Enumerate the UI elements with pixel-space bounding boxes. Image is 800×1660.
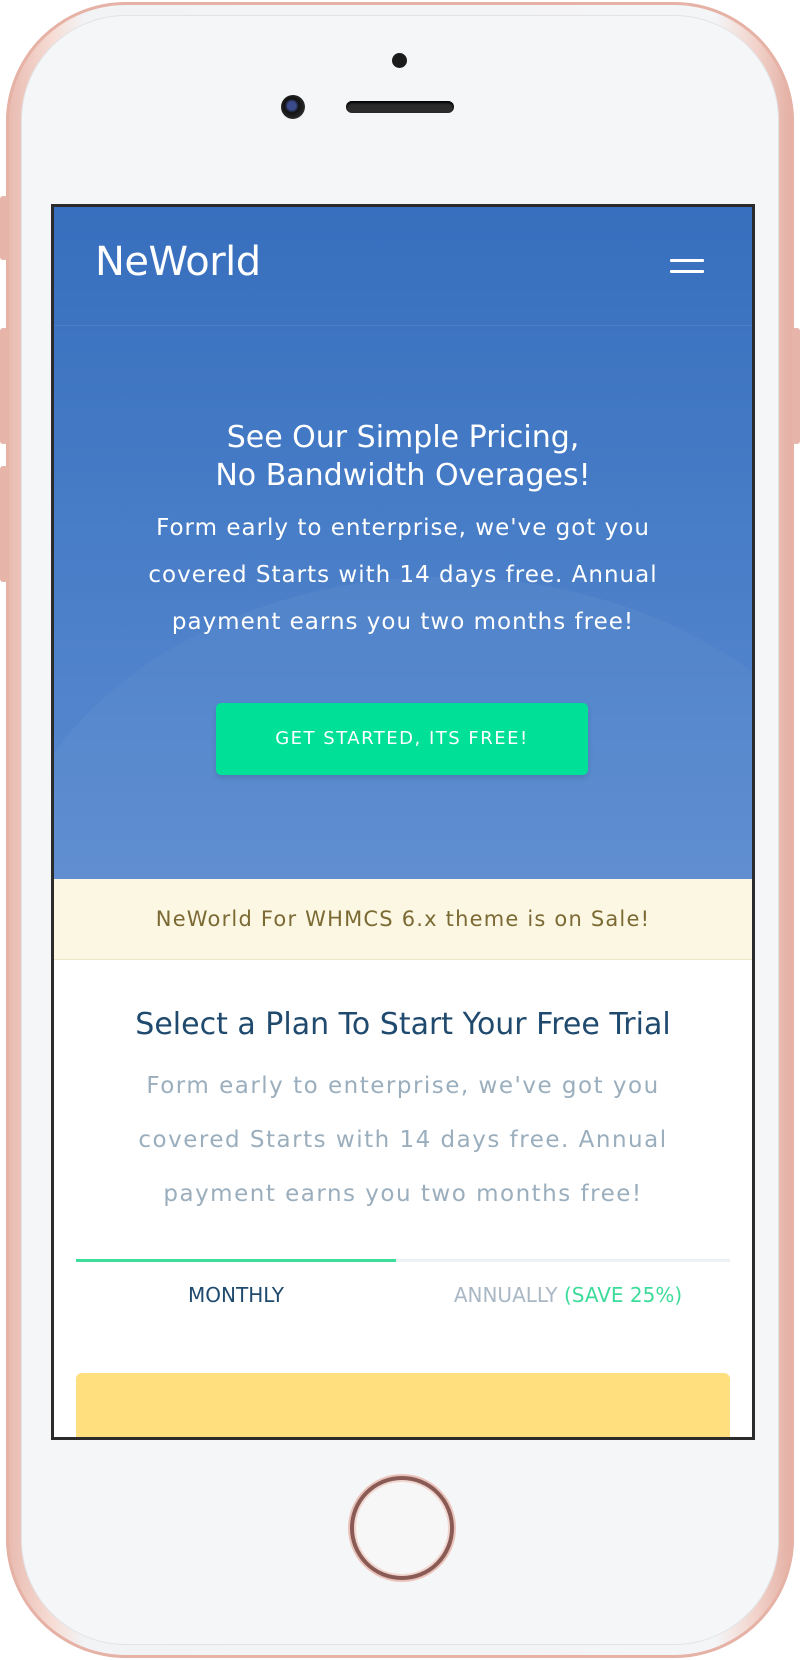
tab-annually[interactable]: ANNUALLY (SAVE 25%): [406, 1281, 730, 1309]
power-button: [792, 328, 800, 444]
home-button: [350, 1476, 454, 1580]
hero-title-line-2: No Bandwidth Overages!: [215, 458, 591, 493]
get-started-button[interactable]: GET STARTED, ITS FREE!: [216, 703, 588, 775]
volume-up-button: [0, 328, 8, 444]
proximity-sensor: [392, 53, 407, 68]
tab-annually-label: ANNUALLY: [453, 1283, 558, 1307]
billing-period-tabs: MONTHLY ANNUALLY (SAVE 25%): [76, 1259, 730, 1329]
phone-screen: NeWorld See Our Simple Pricing, No Bandw…: [51, 204, 755, 1440]
plans-title: Select a Plan To Start Your Free Trial: [135, 1007, 671, 1042]
active-tab-indicator: [76, 1259, 396, 1262]
tab-monthly[interactable]: MONTHLY: [76, 1281, 396, 1309]
earpiece-speaker: [346, 101, 454, 113]
save-badge: (SAVE 25%): [563, 1283, 683, 1307]
hero-title: See Our Simple Pricing, No Bandwidth Ove…: [54, 419, 752, 495]
hero-title-line-1: See Our Simple Pricing,: [226, 420, 580, 455]
hamburger-menu-icon[interactable]: [670, 259, 704, 277]
plans-description: Form early to enterprise, we've got you …: [138, 1073, 668, 1207]
top-navbar: NeWorld: [54, 207, 752, 326]
sale-banner[interactable]: NeWorld For WHMCS 6.x theme is on Sale!: [54, 879, 752, 960]
hero-section: NeWorld See Our Simple Pricing, No Bandw…: [54, 207, 752, 879]
plan-card[interactable]: [76, 1373, 730, 1437]
hero-description: Form early to enterprise, we've got you …: [148, 515, 658, 635]
mute-switch: [0, 196, 8, 260]
volume-down-button: [0, 466, 8, 582]
front-camera-icon: [281, 95, 305, 119]
brand-logo[interactable]: NeWorld: [95, 239, 261, 285]
